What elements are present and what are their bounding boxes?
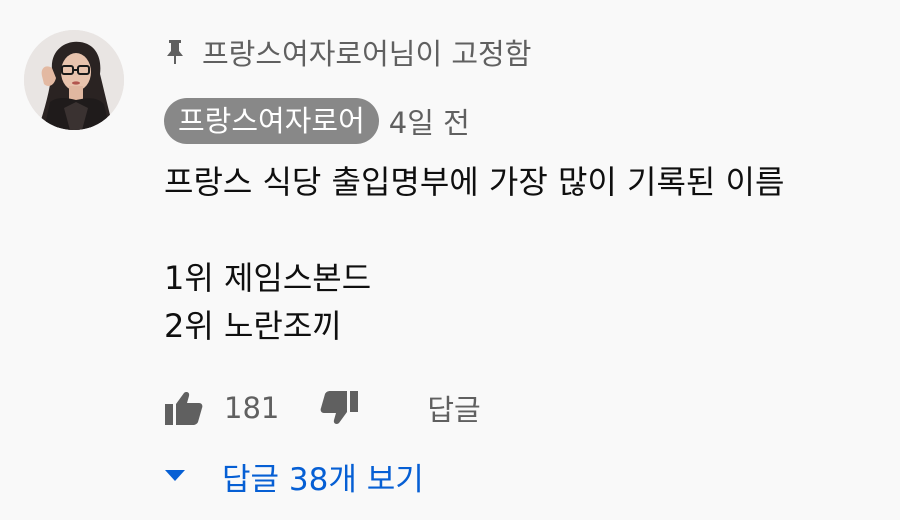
avatar-image — [24, 30, 124, 130]
comment-actions: 181 답글 — [164, 384, 481, 432]
author-name-chip[interactable]: 프랑스여자로어 — [164, 98, 379, 144]
pinned-indicator: 프랑스여자로어님이 고정함 — [164, 30, 531, 74]
thumbs-down-icon — [320, 391, 359, 424]
view-replies-button[interactable]: 답글 38개 보기 — [164, 451, 424, 501]
comment-timestamp[interactable]: 4일 전 — [389, 100, 470, 142]
pinned-label: 프랑스여자로어님이 고정함 — [202, 37, 532, 71]
dislike-button[interactable] — [319, 388, 359, 428]
pin-icon — [164, 37, 186, 67]
comment-text: 프랑스 식당 출입명부에 가장 많이 기록된 이름 1위 제임스본드 2위 노란… — [164, 163, 785, 345]
pinned-comment: 프랑스여자로어님이 고정함 프랑스여자로어 4일 전 프랑스 식당 출입명부에 … — [0, 0, 900, 520]
view-replies-label: 답글 38개 보기 — [222, 461, 424, 498]
like-button[interactable] — [164, 388, 204, 428]
caret-down-icon — [164, 465, 186, 487]
like-count: 181 — [224, 391, 280, 425]
avatar[interactable] — [24, 30, 124, 130]
comment-header: 프랑스여자로어 4일 전 — [164, 97, 470, 145]
thumbs-up-icon — [165, 392, 203, 425]
reply-button[interactable]: 답글 — [427, 387, 480, 429]
